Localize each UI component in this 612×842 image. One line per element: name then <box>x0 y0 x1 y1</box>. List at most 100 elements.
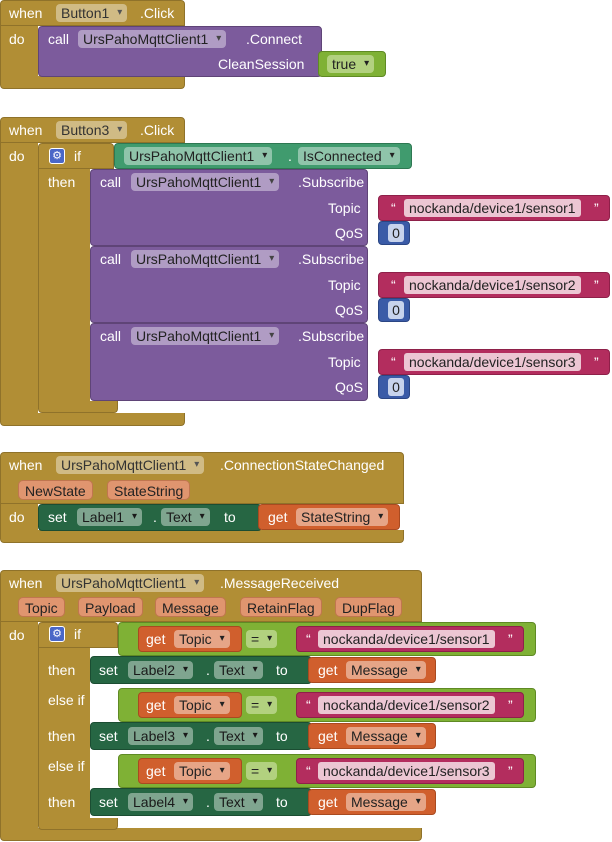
get-keyword: get <box>318 794 338 810</box>
to-keyword: to <box>276 794 288 810</box>
quote-open: “ <box>306 631 311 647</box>
variable-dropdown[interactable]: Message <box>346 727 426 745</box>
component-dropdown[interactable]: Label2 <box>128 661 194 679</box>
do-keyword: do <box>9 31 25 47</box>
event-param[interactable]: Payload <box>78 597 143 617</box>
gear-icon[interactable]: ⚙ <box>49 626 65 642</box>
event-param[interactable]: RetainFlag <box>240 597 322 617</box>
topic-string[interactable]: nockanda/device1/sensor1 <box>318 630 495 648</box>
event-param[interactable]: NewState <box>18 480 93 500</box>
component-dropdown[interactable]: UrsPahoMqttClient1 <box>124 147 273 165</box>
event-name: .Click <box>140 122 175 138</box>
dot-separator: . <box>288 148 292 164</box>
qos-arg-label: QoS <box>335 379 364 395</box>
qos-number[interactable]: 0 <box>388 224 404 242</box>
property-dropdown[interactable]: Text <box>214 661 263 679</box>
if-keyword: if <box>74 626 81 642</box>
do-keyword: do <box>9 509 25 525</box>
operator-dropdown[interactable]: = <box>246 696 278 714</box>
event-name: .Click <box>140 5 175 21</box>
dot-separator: . <box>206 728 210 744</box>
when-keyword: when <box>9 575 43 591</box>
topic-string[interactable]: nockanda/device1/sensor3 <box>318 762 495 780</box>
boolean-dropdown[interactable]: true <box>327 55 375 73</box>
dot-separator: . <box>153 509 157 525</box>
quote-open: “ <box>306 763 311 779</box>
topic-arg-label: Topic <box>328 354 361 370</box>
qos-number[interactable]: 0 <box>388 378 404 396</box>
property-dropdown[interactable]: IsConnected <box>298 147 400 165</box>
variable-dropdown[interactable]: Message <box>346 661 426 679</box>
method-name: .Subscribe <box>298 251 365 267</box>
if-keyword: if <box>74 148 81 164</box>
call-target-dropdown[interactable]: UrsPahoMqttClient1 <box>78 30 227 48</box>
call-target-dropdown[interactable]: UrsPahoMqttClient1 <box>131 327 280 345</box>
variable-dropdown[interactable]: Topic <box>174 630 230 648</box>
call-target-dropdown[interactable]: UrsPahoMqttClient1 <box>131 250 280 268</box>
variable-dropdown[interactable]: Topic <box>174 762 230 780</box>
quote-open: “ <box>391 354 396 370</box>
do-keyword: do <box>9 627 25 643</box>
to-keyword: to <box>276 662 288 678</box>
topic-string[interactable]: nockanda/device1/sensor2 <box>404 276 581 294</box>
get-keyword: get <box>146 631 166 647</box>
topic-string[interactable]: nockanda/device1/sensor1 <box>404 199 581 217</box>
variable-dropdown[interactable]: Topic <box>174 696 230 714</box>
set-keyword: set <box>99 794 118 810</box>
when-keyword: when <box>9 5 43 21</box>
event-param[interactable]: Topic <box>18 597 65 617</box>
method-name: .Connect <box>246 31 303 47</box>
event-param[interactable]: DupFlag <box>335 597 402 617</box>
call-keyword: call <box>48 31 70 47</box>
topic-arg-label: Topic <box>328 200 361 216</box>
set-keyword: set <box>99 662 118 678</box>
component-dropdown[interactable]: Button1 <box>56 4 128 22</box>
quote-open: “ <box>391 277 396 293</box>
event-param[interactable]: Message <box>155 597 226 617</box>
call-target-dropdown[interactable]: UrsPahoMqttClient1 <box>131 173 280 191</box>
then-keyword: then <box>48 794 76 810</box>
component-dropdown[interactable]: Label1 <box>77 508 143 526</box>
component-dropdown[interactable]: Label3 <box>128 727 194 745</box>
component-dropdown[interactable]: Label4 <box>128 793 194 811</box>
quote-open: “ <box>391 200 396 216</box>
qos-number[interactable]: 0 <box>388 301 404 319</box>
quote-close: ” <box>594 354 599 370</box>
quote-close: ” <box>508 763 513 779</box>
get-keyword: get <box>318 662 338 678</box>
do-keyword: do <box>9 148 25 164</box>
call-keyword: call <box>100 251 122 267</box>
quote-close: ” <box>508 631 513 647</box>
topic-arg-label: Topic <box>328 277 361 293</box>
when-keyword: when <box>9 457 43 473</box>
operator-dropdown[interactable]: = <box>246 630 278 648</box>
else-if-keyword: else if <box>48 758 85 774</box>
qos-arg-label: QoS <box>335 302 364 318</box>
event-param[interactable]: StateString <box>107 480 191 500</box>
quote-close: ” <box>594 200 599 216</box>
quote-close: ” <box>594 277 599 293</box>
component-dropdown[interactable]: Button3 <box>56 121 128 139</box>
dot-separator: . <box>206 794 210 810</box>
operator-dropdown[interactable]: = <box>246 762 278 780</box>
else-if-keyword: else if <box>48 692 85 708</box>
gear-icon[interactable]: ⚙ <box>49 148 65 164</box>
property-dropdown[interactable]: Text <box>161 508 210 526</box>
quote-open: “ <box>306 697 311 713</box>
topic-string[interactable]: nockanda/device1/sensor3 <box>404 353 581 371</box>
event-name: .MessageReceived <box>220 575 340 591</box>
event-name: .ConnectionStateChanged <box>220 457 385 473</box>
variable-dropdown[interactable]: Message <box>346 793 426 811</box>
component-dropdown[interactable]: UrsPahoMqttClient1 <box>56 456 205 474</box>
call-keyword: call <box>100 328 122 344</box>
component-dropdown[interactable]: UrsPahoMqttClient1 <box>56 574 205 592</box>
property-dropdown[interactable]: Text <box>214 727 263 745</box>
then-keyword: then <box>48 728 76 744</box>
method-name: .Subscribe <box>298 174 365 190</box>
when-keyword: when <box>9 122 43 138</box>
property-dropdown[interactable]: Text <box>214 793 263 811</box>
to-keyword: to <box>224 509 236 525</box>
dot-separator: . <box>206 662 210 678</box>
variable-dropdown[interactable]: StateString <box>296 508 389 526</box>
topic-string[interactable]: nockanda/device1/sensor2 <box>318 696 495 714</box>
